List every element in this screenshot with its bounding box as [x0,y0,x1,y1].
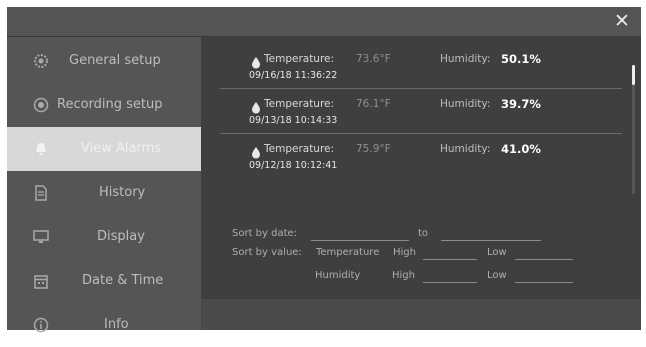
info-icon [33,317,49,333]
settings-window: ✕ General setup Recording setup View Ala… [7,7,641,333]
sidebar-item-label: View Alarms [81,141,162,156]
date-from-field[interactable] [311,226,409,241]
date-from-input[interactable] [311,226,409,240]
alarm-datetime: 09/13/18 10:14:33 [249,115,338,126]
temp-high-label: High [393,247,416,258]
alarm-list[interactable]: Temperature: 73.6°F Humidity: 50.1% 09/1… [220,44,622,194]
temperature-label: Temperature: [264,143,335,155]
sort-by-value-label: Sort by value: [232,247,302,258]
temp-low-field[interactable] [515,245,573,260]
monitor-icon [33,229,49,245]
humidity-value: 39.7% [501,97,541,111]
calendar-icon [33,273,49,289]
sidebar-item-label: Info [104,317,129,332]
sidebar-item-display[interactable]: Display [7,215,201,259]
title-bar: ✕ [7,7,641,37]
sidebar-item-info[interactable]: Info [7,303,201,347]
hum-low-field[interactable] [515,268,573,283]
filter-section: Sort by date: to Sort by value: Temperat… [201,220,641,300]
droplet-icon [251,99,261,114]
temperature-label: Temperature: [264,98,335,110]
sort-by-date-label: Sort by date: [232,228,298,239]
hum-low-label: Low [487,270,507,281]
alarm-icon [33,141,49,157]
bottom-strip [201,299,641,330]
hum-high-field[interactable] [423,268,477,283]
alarms-panel: Temperature: 73.6°F Humidity: 50.1% 09/1… [201,37,641,330]
document-icon [33,185,49,201]
to-label: to [418,228,429,239]
recording-icon [33,97,49,113]
sidebar-item-recording-setup[interactable]: Recording setup [7,83,201,127]
hum-low-input[interactable] [515,268,573,282]
scrollbar-thumb[interactable] [632,65,635,85]
droplet-icon [251,144,261,159]
sidebar-item-label: Recording setup [57,97,163,112]
temp-low-label: Low [487,247,507,258]
droplet-icon [251,54,261,69]
sidebar: General setup Recording setup View Alarm… [7,37,201,333]
hum-high-label: High [392,270,415,281]
temp-low-input[interactable] [515,245,573,259]
temp-high-input[interactable] [423,245,477,259]
sidebar-item-label: History [99,185,146,200]
humidity-value: 41.0% [501,142,541,156]
temp-high-field[interactable] [423,245,477,260]
sidebar-item-view-alarms[interactable]: View Alarms [7,127,201,171]
sidebar-item-label: Display [97,229,145,244]
list-item[interactable]: Temperature: 76.1°F Humidity: 39.7% 09/1… [220,89,622,134]
sidebar-item-label: General setup [69,53,161,68]
humidity-value: 50.1% [501,52,541,66]
date-to-field[interactable] [441,226,541,241]
gear-icon [33,53,49,69]
temperature-value: 75.9°F [356,143,391,155]
temperature-label: Temperature: [264,53,335,65]
list-item[interactable]: Temperature: 73.6°F Humidity: 50.1% 09/1… [220,44,622,89]
temperature-filter-label: Temperature [316,247,380,258]
sidebar-item-label: Date & Time [82,273,164,288]
humidity-label: Humidity: [440,98,491,110]
hum-high-input[interactable] [423,268,477,282]
sidebar-item-date-time[interactable]: Date & Time [7,259,201,303]
alarm-datetime: 09/12/18 10:12:41 [249,160,338,171]
close-icon[interactable]: ✕ [611,10,633,32]
alarm-datetime: 09/16/18 11:36:22 [249,70,338,81]
list-item[interactable]: Temperature: 75.9°F Humidity: 41.0% 09/1… [220,134,622,178]
temperature-value: 76.1°F [356,98,391,110]
sidebar-item-general-setup[interactable]: General setup [7,39,201,83]
date-to-input[interactable] [441,226,541,240]
sidebar-item-history[interactable]: History [7,171,201,215]
temperature-value: 73.6°F [356,53,391,65]
humidity-label: Humidity: [440,53,491,65]
humidity-label: Humidity: [440,143,491,155]
humidity-filter-label: Humidity [315,270,361,281]
